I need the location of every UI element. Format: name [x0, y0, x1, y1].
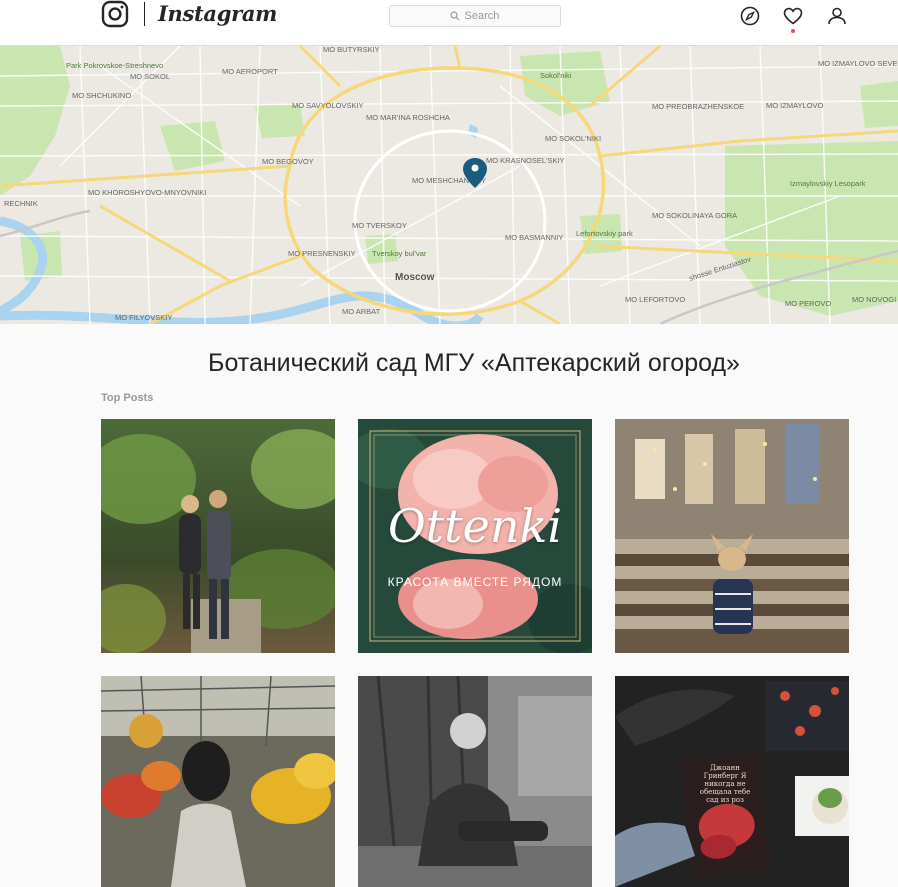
map-label-city: Moscow: [395, 272, 435, 283]
instagram-wordmark[interactable]: Instagram: [158, 0, 277, 28]
map-label: MO AEROPORT: [222, 67, 278, 76]
map-label: MO LEFORTOVO: [625, 295, 685, 304]
explore-compass-icon[interactable]: [739, 5, 761, 27]
map-label: Sokol'niki: [540, 71, 572, 80]
location-title: Ботанический сад МГУ «Аптекарский огород…: [208, 349, 740, 377]
post-thumbnail[interactable]: Джоанн Гринберг Я никогда не обещала теб…: [615, 676, 849, 887]
post-thumbnail[interactable]: [358, 676, 592, 887]
map-label: MO BUTYRSKIY: [323, 46, 380, 54]
map-label: MO IZMAYLOVO: [766, 101, 824, 110]
map-label: MO PRESNENSKIY: [288, 249, 356, 258]
post-image-flower-greenhouse: [101, 676, 335, 887]
post-image-man-bw-tree: [358, 676, 592, 887]
map-label: MO TVERSKOY: [352, 221, 407, 230]
map-canvas: MO BUTYRSKIY MO SOKOL MO AEROPORT MO SHC…: [0, 46, 898, 324]
map-label: MO SOKOL: [130, 72, 170, 81]
map-label: MO IZMAYLOVO SEVERNOE: [818, 59, 898, 68]
map-label: MO SOKOLINAYA GORA: [652, 211, 737, 220]
map-label: Park Pokrovskoe-Streshnevo: [66, 61, 163, 70]
map-label: MO SAVYOLOVSKIY: [292, 101, 364, 110]
search-box[interactable]: [389, 5, 561, 27]
map-label: MO BEGOVOY: [262, 157, 314, 166]
search-input[interactable]: [464, 10, 501, 22]
activity-heart-icon[interactable]: [782, 5, 804, 27]
post-image-peony-ottenki: [358, 419, 592, 653]
instagram-camera-icon[interactable]: [101, 0, 129, 28]
logo-divider: [144, 2, 145, 26]
map-label: MO NOVOGI: [852, 295, 896, 304]
map-label: Izmaylovskiy Lesopark: [790, 179, 866, 188]
map-label: MO KRASNOSEL'SKIY: [486, 156, 565, 165]
location-map[interactable]: MO BUTYRSKIY MO SOKOL MO AEROPORT MO SHC…: [0, 46, 898, 324]
map-label: MO BASMANNIY: [505, 233, 563, 242]
search-icon: [449, 11, 459, 21]
map-label: Tverskoy bul'var: [372, 249, 427, 258]
post-image-book-flatlay: [615, 676, 849, 887]
map-label: RECHNIK: [4, 199, 38, 208]
map-label: MO SOKOL'NIKI: [545, 134, 601, 143]
map-label: MO PEROVO: [785, 299, 831, 308]
map-label: MO FILYOVSKIY: [115, 313, 172, 322]
post-thumbnail[interactable]: Ottenki КРАСОТА ВМЕСТЕ РЯДОМ: [358, 419, 592, 653]
post-image-couple-greenhouse: [101, 419, 335, 653]
map-label: MO KHOROSHYOVO-MNYOVNIKI: [88, 188, 206, 197]
top-nav-bar: Instagram: [0, 0, 898, 46]
profile-user-icon[interactable]: [826, 5, 848, 27]
notification-dot: [791, 29, 795, 33]
map-label: Lefortovskiy park: [576, 229, 633, 238]
post-thumbnail[interactable]: [101, 676, 335, 887]
top-posts-label: Top Posts: [101, 392, 154, 404]
map-label: MO ARBAT: [342, 307, 381, 316]
map-label: MO SHCHUKINO: [72, 91, 131, 100]
post-thumbnail[interactable]: [615, 419, 849, 653]
post-image-chihuahua-window: [615, 419, 849, 653]
post-thumbnail[interactable]: [101, 419, 335, 653]
map-label: MO MAR'INA ROSHCHA: [366, 113, 450, 122]
map-label: MO PREOBRAZHENSKOE: [652, 102, 744, 111]
